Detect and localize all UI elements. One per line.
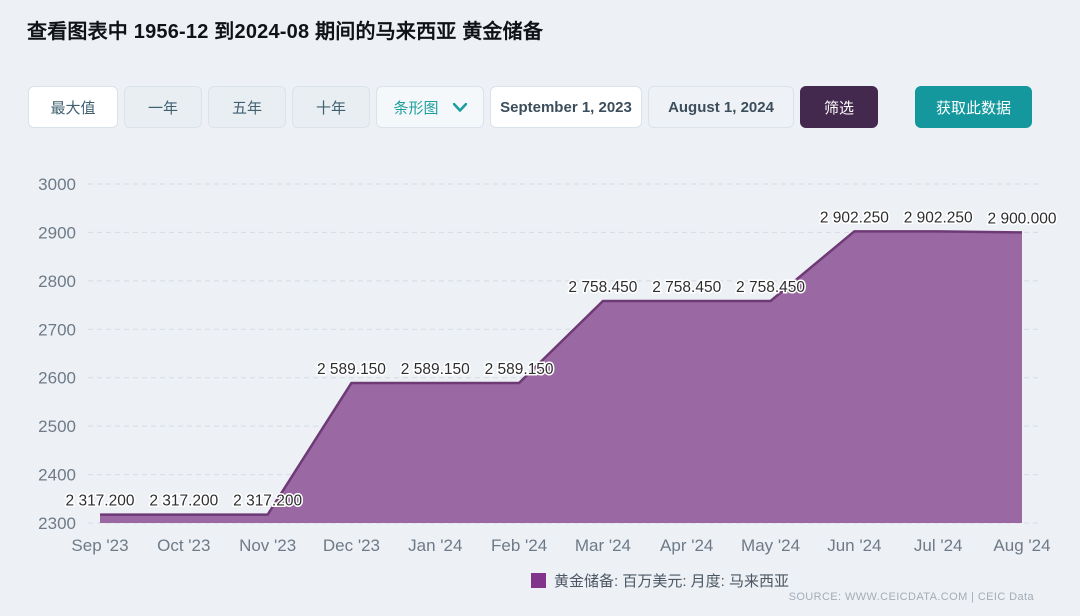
svg-text:2900: 2900 bbox=[38, 223, 76, 242]
svg-text:Jun '24: Jun '24 bbox=[827, 536, 881, 555]
svg-text:2 758.450: 2 758.450 bbox=[652, 279, 721, 296]
svg-text:2500: 2500 bbox=[38, 417, 76, 436]
range-button-1y[interactable]: 一年 bbox=[124, 86, 202, 128]
chevron-down-icon bbox=[453, 103, 467, 112]
svg-text:2 902.250: 2 902.250 bbox=[820, 209, 889, 226]
toolbar: 最大值 一年 五年 十年 条形图 September 1, 2023 Augus… bbox=[28, 86, 1032, 128]
page-title: 查看图表中 1956-12 到2024-08 期间的马来西亚 黄金储备 bbox=[27, 15, 543, 44]
date-to-input[interactable]: August 1, 2024 bbox=[648, 86, 794, 128]
svg-text:2 900.000: 2 900.000 bbox=[988, 210, 1057, 227]
svg-text:2 589.150: 2 589.150 bbox=[485, 361, 554, 378]
chart-type-select[interactable]: 条形图 bbox=[376, 86, 484, 128]
legend-label: 黄金储备: 百万美元: 月度: 马来西亚 bbox=[554, 570, 789, 591]
svg-text:Sep '23: Sep '23 bbox=[71, 536, 128, 555]
svg-text:2 589.150: 2 589.150 bbox=[401, 361, 470, 378]
svg-text:2300: 2300 bbox=[38, 514, 76, 533]
svg-text:2 902.250: 2 902.250 bbox=[904, 209, 973, 226]
svg-text:2 589.150: 2 589.150 bbox=[317, 361, 386, 378]
svg-text:3000: 3000 bbox=[38, 175, 76, 194]
svg-text:Nov '23: Nov '23 bbox=[239, 536, 296, 555]
date-from-input[interactable]: September 1, 2023 bbox=[490, 86, 642, 128]
svg-text:Aug '24: Aug '24 bbox=[993, 536, 1050, 555]
svg-text:2800: 2800 bbox=[38, 272, 76, 291]
chart-type-value: 条形图 bbox=[393, 97, 438, 118]
svg-text:2 317.200: 2 317.200 bbox=[233, 493, 302, 510]
get-data-button[interactable]: 获取此数据 bbox=[915, 86, 1032, 128]
svg-text:2400: 2400 bbox=[38, 466, 76, 485]
legend-swatch bbox=[531, 573, 546, 588]
svg-text:Jan '24: Jan '24 bbox=[408, 536, 462, 555]
svg-text:2600: 2600 bbox=[38, 369, 76, 388]
source-text: SOURCE: WWW.CEICDATA.COM | CEIC Data bbox=[789, 591, 1034, 603]
chart-container: 2300 2400 2500 2600 2700 2800 2900 3000 2 317.20… bbox=[0, 160, 1080, 560]
filter-button[interactable]: 筛选 bbox=[800, 86, 878, 128]
svg-text:May '24: May '24 bbox=[741, 536, 800, 555]
svg-text:Mar '24: Mar '24 bbox=[575, 536, 631, 555]
svg-text:Apr '24: Apr '24 bbox=[660, 536, 713, 555]
svg-text:2 758.450: 2 758.450 bbox=[568, 279, 637, 296]
svg-text:2 758.450: 2 758.450 bbox=[736, 279, 805, 296]
svg-text:2 317.200: 2 317.200 bbox=[66, 493, 135, 510]
svg-text:Oct '23: Oct '23 bbox=[157, 536, 210, 555]
range-button-5y[interactable]: 五年 bbox=[208, 86, 286, 128]
svg-text:Feb '24: Feb '24 bbox=[491, 536, 547, 555]
range-button-10y[interactable]: 十年 bbox=[292, 86, 370, 128]
gold-reserves-area-chart: 2300 2400 2500 2600 2700 2800 2900 3000 2 317.20… bbox=[0, 160, 1080, 560]
svg-text:2700: 2700 bbox=[38, 320, 76, 339]
chart-legend: 黄金储备: 百万美元: 月度: 马来西亚 bbox=[240, 570, 1080, 591]
svg-text:Jul '24: Jul '24 bbox=[914, 536, 963, 555]
svg-text:2 317.200: 2 317.200 bbox=[149, 493, 218, 510]
svg-text:Dec '23: Dec '23 bbox=[323, 536, 380, 555]
range-button-max[interactable]: 最大值 bbox=[28, 86, 118, 128]
